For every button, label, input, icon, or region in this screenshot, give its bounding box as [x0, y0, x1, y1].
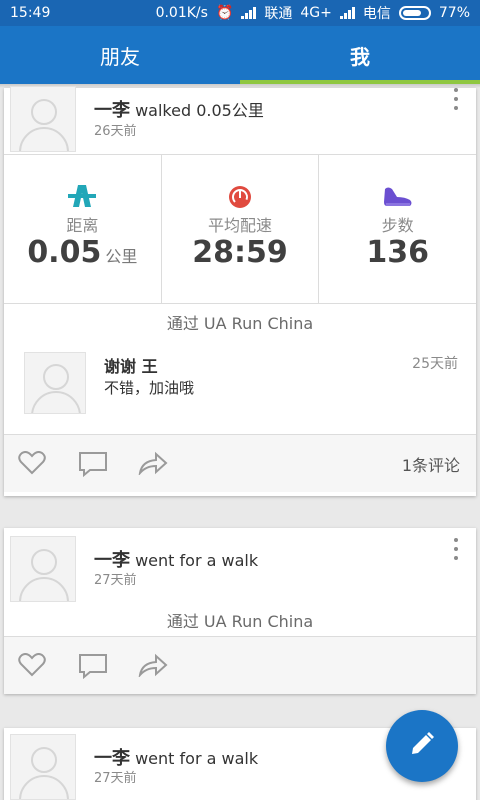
battery-percent: 77% [438, 5, 470, 21]
stat-label: 步数 [381, 216, 414, 235]
speedometer-icon [228, 185, 252, 213]
tab-friends[interactable]: 朋友 [0, 26, 240, 84]
comment: 谢谢 王 不错，加油哦 25天前 [4, 336, 476, 434]
signal-icon-1 [241, 7, 257, 19]
net-speed: 0.01K/s [155, 5, 208, 21]
stat-value: 28:59 [192, 235, 288, 270]
source-label: 通过 UA Run China [166, 612, 314, 631]
comment-icon[interactable] [78, 451, 108, 481]
post-title: 一李 walked 0.05公里 [94, 96, 264, 122]
tab-me[interactable]: 我 [240, 26, 480, 84]
status-bar: 15:49 0.01K/s ⏰ 联通 4G+ 电信 77% [0, 0, 480, 26]
comment-text: 不错，加油哦 [104, 379, 195, 397]
source-label: 通过 UA Run China [166, 314, 314, 333]
stat-value: 0.05 公里 [27, 235, 138, 270]
status-time: 15:49 [10, 5, 51, 21]
comment-count[interactable]: 1条评论 [402, 452, 460, 476]
stat-steps: 步数 136 [319, 155, 476, 303]
post-action: went for a walk [135, 749, 259, 768]
stat-label: 距离 [66, 216, 99, 235]
stat-pace: 平均配速 28:59 [162, 155, 320, 303]
post-time: 26天前 [94, 124, 137, 139]
share-icon[interactable] [138, 451, 168, 479]
battery-icon [398, 6, 431, 20]
network-type: 4G+ [300, 5, 332, 21]
shoe-icon [383, 185, 413, 211]
post-action: went for a walk [135, 551, 259, 570]
like-icon[interactable] [18, 653, 46, 681]
stat-unit: 公里 [105, 247, 138, 266]
commenter-name[interactable]: 谢谢 王 [104, 353, 158, 377]
more-options-icon[interactable] [451, 538, 461, 560]
stat-label: 平均配速 [208, 216, 273, 235]
distance-icon [68, 185, 97, 211]
post-user[interactable]: 一李 [94, 748, 130, 769]
post-action: walked 0.05公里 [135, 101, 264, 120]
alarm-icon: ⏰ [215, 5, 234, 21]
comment-time: 25天前 [412, 356, 458, 372]
action-bar: 1条评论 [4, 434, 476, 492]
carrier-2: 电信 [362, 6, 391, 22]
post-time: 27天前 [94, 771, 137, 786]
more-options-icon[interactable] [451, 88, 461, 110]
tab-bar: 朋友 我 [0, 26, 480, 84]
pencil-icon [409, 731, 435, 761]
share-icon[interactable] [138, 653, 168, 681]
commenter-avatar[interactable] [24, 352, 86, 414]
compose-button[interactable] [386, 710, 458, 782]
activity-card[interactable]: 一李 went for a walk 27天前 通过 UA Run China [4, 528, 476, 694]
activity-stats: 距离 0.05 公里 平均配速 28:59 步数 136 [4, 154, 476, 304]
post-user[interactable]: 一李 [94, 100, 130, 121]
post-user[interactable]: 一李 [94, 550, 130, 571]
activity-card[interactable]: 一李 walked 0.05公里 26天前 距离 0.05 公里 平均配速 28:… [4, 86, 476, 496]
avatar[interactable] [10, 86, 76, 152]
stat-value: 136 [366, 235, 429, 270]
action-bar [4, 636, 476, 694]
comment-icon[interactable] [78, 653, 108, 683]
post-time: 27天前 [94, 573, 137, 588]
signal-icon-2 [339, 7, 355, 19]
stat-distance: 距离 0.05 公里 [4, 155, 162, 303]
carrier-1: 联通 [264, 6, 293, 22]
avatar[interactable] [10, 734, 76, 800]
avatar[interactable] [10, 536, 76, 602]
like-icon[interactable] [18, 451, 46, 479]
